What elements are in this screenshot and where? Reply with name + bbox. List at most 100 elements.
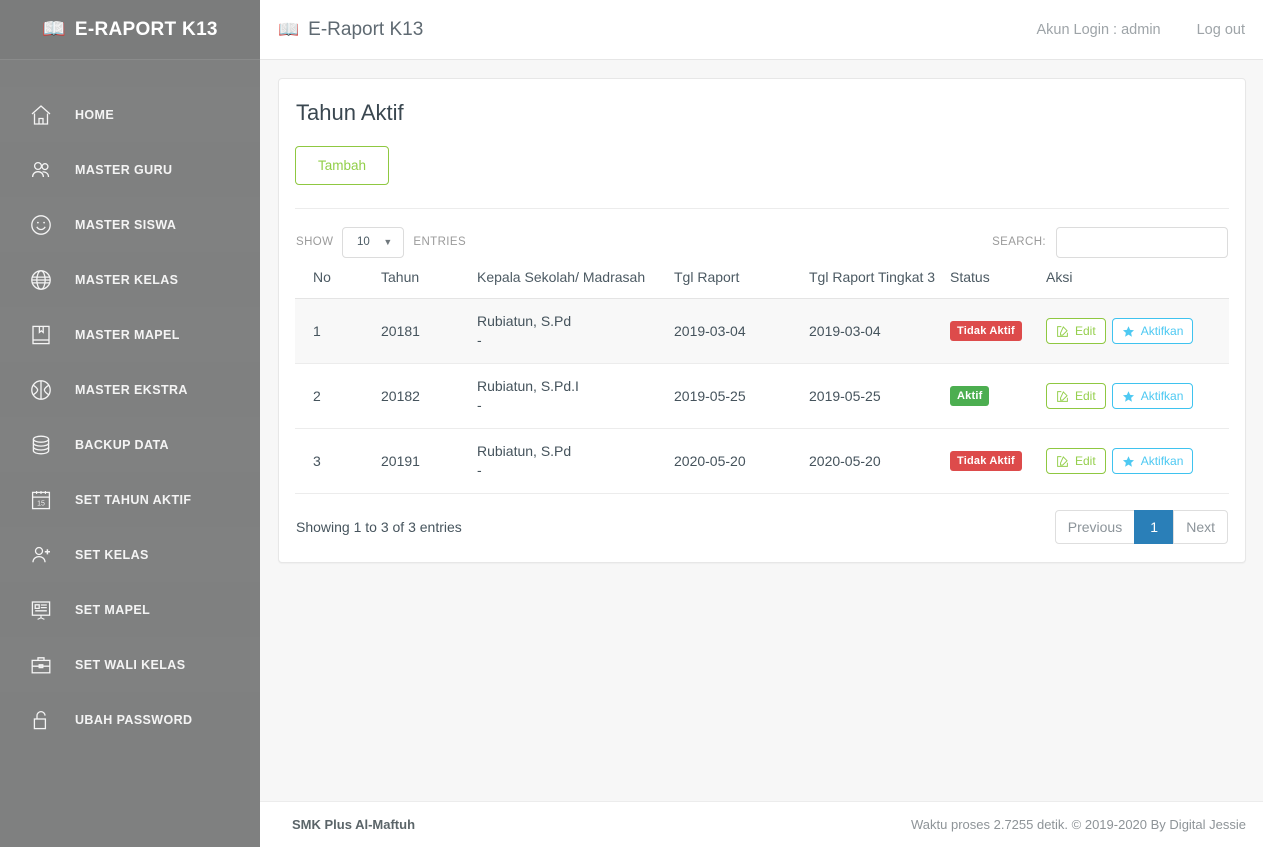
cell-kepala-sekolah: Rubiatun, S.Pd -	[477, 428, 674, 494]
app-root: 📖 E-RAPORT K13 HOME MASTER GURU MASTER S…	[0, 0, 1263, 847]
kepala-secondary: -	[477, 397, 482, 413]
cell-tgl-raport-tingkat-3: 2019-05-25	[809, 363, 950, 429]
activate-button-label: Aktifkan	[1140, 389, 1184, 403]
presentation-icon	[28, 597, 54, 623]
sidebar-item-set-wali-kelas[interactable]: SET WALI KELAS	[0, 637, 260, 692]
sidebar-item-set-mapel[interactable]: SET MAPEL	[0, 582, 260, 637]
table-row: 2 20182 Rubiatun, S.Pd.I - 2019-05-25 20…	[295, 363, 1229, 429]
sidebar-item-master-mapel[interactable]: MASTER MAPEL	[0, 307, 260, 362]
sidebar-item-ubah-password[interactable]: UBAH PASSWORD	[0, 692, 260, 747]
sidebar-item-master-siswa[interactable]: MASTER SISWA	[0, 197, 260, 252]
entries-label: ENTRIES	[413, 236, 467, 248]
cell-kepala-sekolah: Rubiatun, S.Pd -	[477, 298, 674, 364]
basketball-icon	[28, 377, 54, 403]
globe-icon	[28, 267, 54, 293]
kepala-secondary: -	[477, 332, 482, 348]
sidebar-nav: HOME MASTER GURU MASTER SISWA MASTER KEL…	[0, 60, 260, 747]
kepala-name: Rubiatun, S.Pd	[477, 313, 572, 329]
sidebar-brand[interactable]: 📖 E-RAPORT K13	[0, 0, 260, 60]
sidebar-item-master-ekstra[interactable]: MASTER EKSTRA	[0, 362, 260, 417]
cell-tahun: 20181	[381, 298, 477, 364]
chevron-down-icon: ▼	[383, 237, 393, 247]
footer-school-name: SMK Plus Al-Maftuh	[292, 817, 416, 832]
sidebar-item-label: MASTER KELAS	[75, 272, 179, 287]
table-row: 1 20181 Rubiatun, S.Pd - 2019-03-04 2019…	[295, 298, 1229, 364]
sidebar-item-set-kelas[interactable]: SET KELAS	[0, 527, 260, 582]
account-login-label[interactable]: Akun Login : admin	[1036, 22, 1160, 38]
home-icon	[28, 102, 54, 128]
star-icon	[1122, 325, 1135, 338]
sidebar-item-master-kelas[interactable]: MASTER KELAS	[0, 252, 260, 307]
cell-status: Tidak Aktif	[950, 428, 1046, 494]
activate-button[interactable]: Aktifkan	[1111, 318, 1194, 344]
cell-aksi: Edit Aktifkan	[1046, 363, 1229, 429]
book-icon: 📖	[42, 19, 66, 40]
cell-no: 3	[295, 428, 381, 494]
briefcase-icon	[28, 652, 54, 678]
sidebar-brand-label: E-RAPORT K13	[74, 18, 218, 40]
cell-aksi: Edit Aktifkan	[1046, 298, 1229, 364]
column-header-tgl-raport[interactable]: Tgl Raport	[674, 261, 809, 299]
sidebar-item-home[interactable]: HOME	[0, 87, 260, 142]
pagination-page-1[interactable]: 1	[1134, 510, 1175, 544]
column-header-tahun[interactable]: Tahun	[381, 261, 477, 299]
table-row: 3 20191 Rubiatun, S.Pd - 2020-05-20 2020…	[295, 428, 1229, 494]
topbar-brand[interactable]: 📖 E-Raport K13	[278, 19, 423, 41]
edit-button-label: Edit	[1075, 454, 1096, 468]
cell-tgl-raport: 2019-03-04	[674, 298, 809, 364]
kepala-name: Rubiatun, S.Pd	[477, 443, 572, 459]
sidebar-item-label: SET TAHUN AKTIF	[75, 492, 192, 507]
sidebar-item-label: SET WALI KELAS	[75, 657, 186, 672]
sidebar-item-backup-data[interactable]: BACKUP DATA	[0, 417, 260, 472]
column-header-no[interactable]: No	[295, 261, 381, 299]
show-entries-group: SHOW 10 ▼ ENTRIES	[296, 226, 467, 258]
column-header-status[interactable]: Status	[950, 261, 1046, 299]
activate-button-label: Aktifkan	[1140, 454, 1184, 468]
edit-button[interactable]: Edit	[1046, 383, 1106, 409]
calendar-icon: 15	[28, 487, 54, 513]
table-body: 1 20181 Rubiatun, S.Pd - 2019-03-04 2019…	[295, 298, 1229, 494]
book-bookmark-icon	[28, 322, 54, 348]
topbar: 📖 E-Raport K13 Akun Login : admin Log ou…	[260, 0, 1263, 60]
cell-no: 2	[295, 363, 381, 429]
activate-button[interactable]: Aktifkan	[1111, 383, 1194, 409]
star-icon	[1122, 455, 1135, 468]
logout-link[interactable]: Log out	[1197, 22, 1245, 38]
cell-no: 1	[295, 298, 381, 364]
kepala-secondary: -	[477, 462, 482, 478]
table-controls: SHOW 10 ▼ ENTRIES SEARCH:	[295, 209, 1229, 261]
footer: SMK Plus Al-Maftuh Waktu proses 2.7255 d…	[260, 801, 1263, 847]
sidebar-item-set-tahun-aktif[interactable]: 15 SET TAHUN AKTIF	[0, 472, 260, 527]
database-icon	[28, 432, 54, 458]
sidebar-item-master-guru[interactable]: MASTER GURU	[0, 142, 260, 197]
edit-button[interactable]: Edit	[1046, 318, 1106, 344]
user-plus-icon	[28, 542, 54, 568]
lock-open-icon	[28, 707, 54, 733]
column-header-kepala-sekolah[interactable]: Kepala Sekolah/ Madrasah	[477, 261, 674, 299]
topbar-right: Akun Login : admin Log out	[1036, 22, 1246, 38]
cell-tgl-raport: 2020-05-20	[674, 428, 809, 494]
column-header-aksi[interactable]: Aksi	[1046, 261, 1229, 299]
pencil-square-icon	[1056, 390, 1069, 403]
cell-tgl-raport-tingkat-3: 2020-05-20	[809, 428, 950, 494]
main-area: 📖 E-Raport K13 Akun Login : admin Log ou…	[260, 0, 1263, 847]
sidebar-item-label: SET KELAS	[75, 547, 149, 562]
page-size-value: 10	[356, 236, 370, 248]
column-header-tgl-raport-tingkat-3[interactable]: Tgl Raport Tingkat 3	[809, 261, 950, 299]
cell-status: Aktif	[950, 363, 1046, 429]
pagination-next[interactable]: Next	[1173, 510, 1228, 544]
table-info: Showing 1 to 3 of 3 entries	[296, 519, 462, 535]
add-button[interactable]: Tambah	[295, 146, 390, 185]
activate-button[interactable]: Aktifkan	[1111, 448, 1194, 474]
action-button-group: Edit Aktifkan	[1046, 383, 1229, 409]
star-icon	[1122, 390, 1135, 403]
action-button-group: Edit Aktifkan	[1046, 448, 1229, 474]
users-icon	[28, 157, 54, 183]
edit-button[interactable]: Edit	[1046, 448, 1106, 474]
pagination-previous[interactable]: Previous	[1054, 510, 1136, 544]
kepala-name: Rubiatun, S.Pd.I	[477, 378, 579, 394]
sidebar-item-label: MASTER EKSTRA	[75, 382, 188, 397]
sidebar-item-label: BACKUP DATA	[75, 437, 169, 452]
search-input[interactable]	[1056, 226, 1228, 258]
page-size-select[interactable]: 10 ▼	[342, 226, 405, 258]
